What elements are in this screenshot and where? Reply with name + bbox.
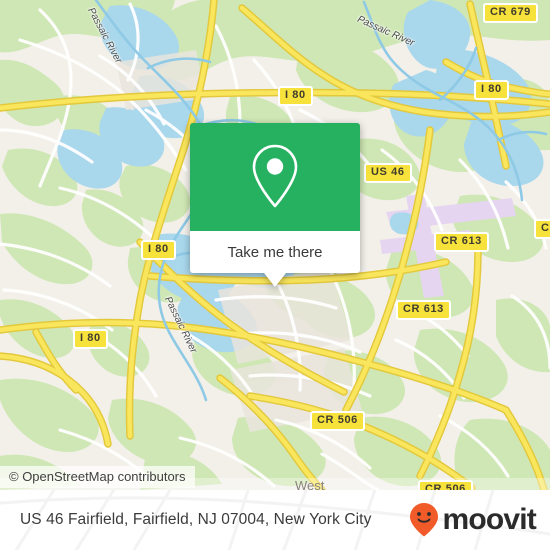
road-shield-i-80-southwest[interactable]: I 80 [73,329,108,349]
map-canvas[interactable]: CR 679 I 80 I 80 US 46 CR 613 CR I 80 CR… [0,0,550,490]
take-me-there-button[interactable]: Take me there [190,231,360,273]
road-shield-cr-edge[interactable]: CR [534,219,550,239]
road-shield-cr-613-upper[interactable]: CR 613 [434,232,489,252]
road-shield-i-80-north[interactable]: I 80 [278,86,313,106]
road-shield-cr-506-left[interactable]: CR 506 [310,411,365,431]
moovit-brand[interactable]: moovit [409,502,537,538]
moovit-pin-icon [410,503,439,537]
map-screenshot-root: CR 679 I 80 I 80 US 46 CR 613 CR I 80 CR… [0,0,550,550]
moovit-wordmark: moovit [442,503,536,536]
location-popup-card[interactable]: Take me there [190,123,360,287]
road-shield-i-80-center[interactable]: I 80 [141,240,176,260]
road-shield-i-80-northeast[interactable]: I 80 [474,80,509,100]
place-label-west: West [295,478,325,490]
take-me-there-label: Take me there [227,243,323,261]
road-shield-us-46[interactable]: US 46 [364,163,412,183]
osm-attribution[interactable]: © OpenStreetMap contributors [0,466,195,488]
address-text: US 46 Fairfield, Fairfield, NJ 07004, Ne… [20,511,372,528]
popup-pointer [264,273,286,287]
map-pin-icon [252,144,298,208]
road-shield-cr-506-right[interactable]: CR 506 [418,480,473,490]
road-shield-cr-679[interactable]: CR 679 [483,3,538,23]
footer-bar: US 46 Fairfield, Fairfield, NJ 07004, Ne… [0,490,550,550]
popup-header [190,123,360,231]
road-shield-cr-613-lower[interactable]: CR 613 [396,300,451,320]
